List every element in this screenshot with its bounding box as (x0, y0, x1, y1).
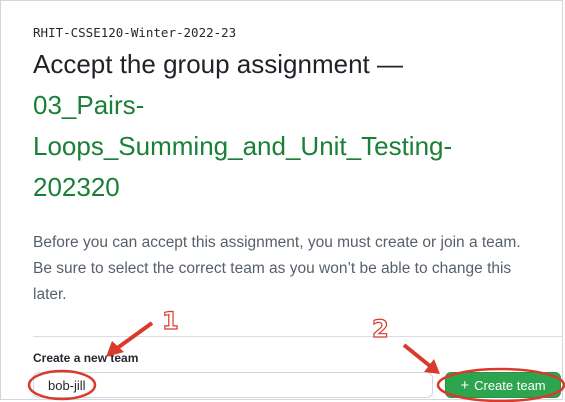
assignment-name-line2: Loops_Summing_and_Unit_Testing- (33, 131, 453, 161)
title-prefix: Accept the group assignment — (33, 49, 403, 79)
section-divider (33, 336, 563, 337)
create-team-button[interactable]: + Create team (445, 372, 561, 398)
step-number-2: 2 (371, 315, 389, 343)
instructions-text: Before you can accept this assignment, y… (33, 234, 521, 303)
assignment-name-line1: 03_Pairs- (33, 90, 145, 120)
organization-name: RHIT-CSSE120-Winter-2022-23 (33, 25, 237, 40)
step-number-1: 1 (161, 307, 179, 335)
create-team-button-label: Create team (474, 377, 546, 393)
page-title: Accept the group assignment — 03_Pairs- … (33, 44, 503, 208)
create-team-label: Create a new team (33, 351, 139, 365)
plus-icon: + (460, 376, 470, 394)
assignment-name-line3: 202320 (33, 172, 120, 202)
team-name-input[interactable] (33, 372, 433, 398)
